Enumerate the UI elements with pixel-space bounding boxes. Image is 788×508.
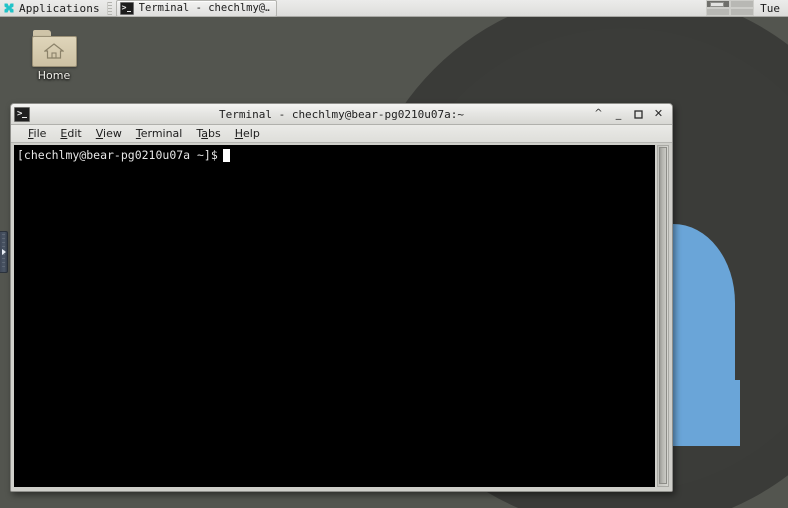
menu-terminal[interactable]: Terminal [129, 126, 190, 141]
maximize-icon [634, 109, 643, 119]
desktop-screen: Applications Terminal - chechlmy@… Tue H… [0, 0, 788, 508]
workspace-4[interactable] [730, 8, 755, 16]
menu-view[interactable]: View [89, 126, 129, 141]
terminal-scrollbar[interactable] [657, 145, 669, 487]
left-panel-hide-handle[interactable] [0, 231, 8, 273]
xfce-mouse-icon [4, 3, 14, 13]
workspace-2[interactable] [730, 0, 755, 8]
terminal-icon [14, 106, 30, 122]
terminal-window[interactable]: Terminal - chechlmy@bear-pg0210u07a:~ ^ … [10, 103, 673, 492]
menu-help[interactable]: Help [228, 126, 267, 141]
close-button[interactable]: ✕ [653, 108, 664, 120]
window-titlebar[interactable]: Terminal - chechlmy@bear-pg0210u07a:~ ^ … [11, 104, 672, 125]
minimize-button[interactable]: _ [613, 108, 624, 120]
window-controls: ^ _ ✕ [593, 108, 668, 120]
applications-menu-button[interactable]: Applications [0, 0, 104, 16]
desktop-icon-home[interactable]: Home [25, 30, 83, 82]
maximize-button[interactable] [633, 109, 644, 119]
shade-button[interactable]: ^ [593, 108, 604, 120]
expand-arrow-icon [1, 249, 6, 255]
workspace-1[interactable] [706, 0, 731, 8]
home-folder-icon [32, 30, 77, 67]
menu-tabs[interactable]: Tabs [189, 126, 227, 141]
panel-separator-handle[interactable] [106, 1, 112, 15]
taskbar-item-terminal[interactable]: Terminal - chechlmy@… [115, 0, 277, 17]
desktop-icon-label: Home [37, 69, 71, 82]
window-title: Terminal - chechlmy@bear-pg0210u07a:~ [218, 107, 465, 121]
terminal-icon [119, 1, 134, 15]
top-panel: Applications Terminal - chechlmy@… Tue [0, 0, 788, 17]
workspace-window-preview [710, 2, 725, 7]
terminal-cursor [222, 148, 230, 162]
terminal-screen[interactable]: [chechlmy@bear-pg0210u07a ~]$ [14, 145, 655, 487]
menu-bar: File Edit View Terminal Tabs Help [11, 125, 672, 143]
workspace-switcher[interactable] [706, 0, 755, 16]
menu-file[interactable]: File [21, 126, 53, 141]
menu-edit[interactable]: Edit [53, 126, 88, 141]
taskbar-item-label: Terminal - chechlmy@… [138, 2, 270, 14]
terminal-prompt-text: [chechlmy@bear-pg0210u07a ~]$ [17, 148, 218, 162]
applications-menu-label: Applications [19, 1, 100, 15]
terminal-prompt-line: [chechlmy@bear-pg0210u07a ~]$ [17, 148, 653, 162]
workspace-3[interactable] [706, 8, 731, 16]
clock[interactable]: Tue [760, 2, 788, 15]
house-icon [44, 43, 64, 59]
terminal-body: [chechlmy@bear-pg0210u07a ~]$ [11, 143, 672, 491]
scrollbar-thumb[interactable] [659, 147, 667, 484]
